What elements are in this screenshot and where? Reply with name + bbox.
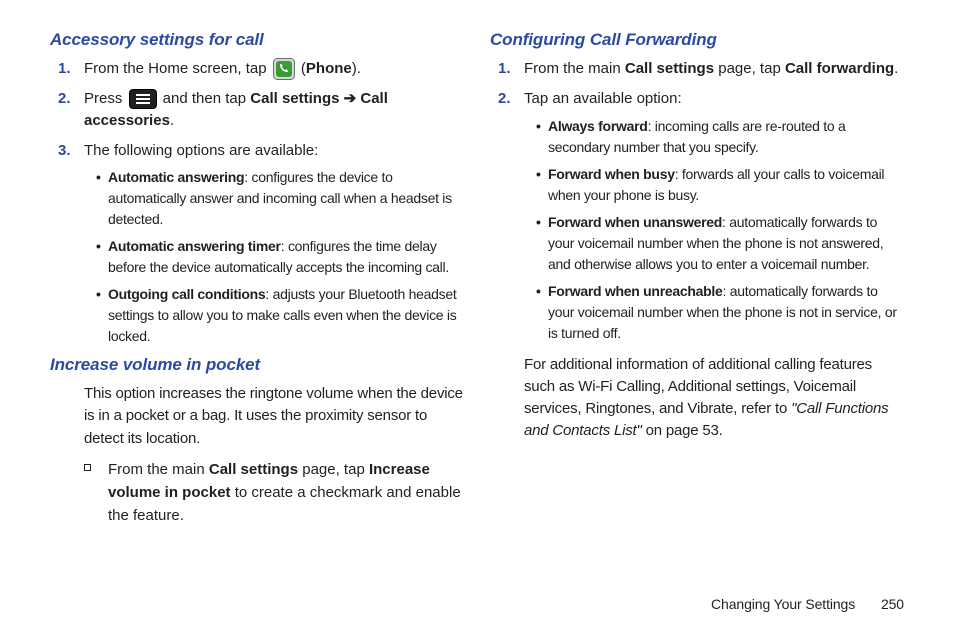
step-3: The following options are available: Aut… [84,140,464,348]
text: From the Home screen, tap [84,60,271,77]
text: and then tap [159,90,251,107]
option-title: Forward when unreachable [548,283,723,299]
step-2: Press and then tap Call settings ➔ Call … [84,88,464,132]
page-footer: Changing Your Settings 250 [711,596,904,612]
step-2: Tap an available option: Always forward:… [524,88,904,344]
text: . [170,112,174,129]
section-name: Changing Your Settings [711,596,855,612]
heading-call-forwarding: Configuring Call Forwarding [490,30,904,50]
forwarding-steps: From the main Call settings page, tap Ca… [490,58,904,344]
text: page, tap [298,461,369,478]
text: page, tap [714,60,785,77]
text: Tap an available option: [524,90,682,107]
list-item: Automatic answering: configures the devi… [98,167,464,230]
additional-info: For additional information of additional… [524,354,904,443]
text: From the main [108,461,209,478]
option-title: Forward when busy [548,166,675,182]
increase-volume-desc: This option increases the ringtone volum… [84,383,464,450]
list-item: Forward when unreachable: automatically … [538,281,904,344]
increase-volume-step: From the main Call settings page, tap In… [84,458,464,528]
step-1: From the main Call settings page, tap Ca… [524,58,904,80]
list-item: Outgoing call conditions: adjusts your B… [98,284,464,347]
right-column: Configuring Call Forwarding From the mai… [490,30,904,528]
option-title: Outgoing call conditions [108,286,265,302]
forwarding-options: Always forward: incoming calls are re-ro… [524,116,904,344]
option-title: Automatic answering timer [108,238,281,254]
call-settings-label: Call settings [625,60,714,77]
text: (Phone). [301,60,361,77]
list-item: Forward when busy: forwards all your cal… [538,164,904,206]
menu-icon [129,89,157,109]
phone-icon [273,58,295,80]
accessory-options: Automatic answering: configures the devi… [84,167,464,347]
heading-accessory-settings: Accessory settings for call [50,30,464,50]
page-number: 250 [881,596,904,612]
text: From the main [524,60,625,77]
list-item: Always forward: incoming calls are re-ro… [538,116,904,158]
text: . [894,60,898,77]
accessory-steps: From the Home screen, tap (Phone). Press… [50,58,464,347]
text: Press [84,90,127,107]
page-content: Accessory settings for call From the Hom… [0,0,954,528]
step-1: From the Home screen, tap (Phone). [84,58,464,80]
text: on page 53. [642,422,723,439]
phone-label: Phone [306,60,352,77]
option-title: Automatic answering [108,169,244,185]
option-title: Forward when unanswered [548,214,722,230]
list-item: From the main Call settings page, tap In… [84,458,464,528]
list-item: Forward when unanswered: automatically f… [538,212,904,275]
option-title: Always forward [548,118,648,134]
left-column: Accessory settings for call From the Hom… [50,30,464,528]
heading-increase-volume: Increase volume in pocket [50,355,464,375]
list-item: Automatic answering timer: configures th… [98,236,464,278]
text: The following options are available: [84,142,318,159]
call-forwarding-label: Call forwarding [785,60,894,77]
call-settings-label: Call settings [209,461,298,478]
